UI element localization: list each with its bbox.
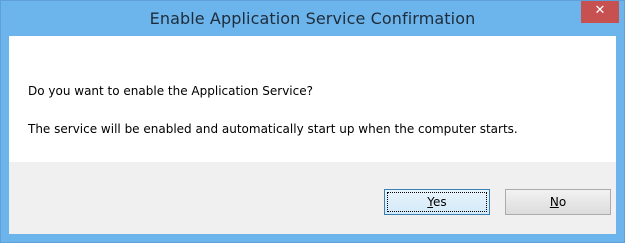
close-icon: ✕ — [594, 3, 606, 18]
yes-label-rest: es — [433, 195, 447, 209]
yes-button[interactable]: Yes — [384, 189, 490, 215]
yes-button-label: Yes — [427, 195, 446, 209]
no-button[interactable]: No — [505, 189, 611, 215]
detail-text: The service will be enabled and automati… — [28, 122, 518, 136]
no-mnemonic: N — [549, 195, 559, 209]
dialog-body: Do you want to enable the Application Se… — [9, 36, 616, 234]
button-bar: Yes No — [9, 162, 616, 234]
no-label-rest: o — [558, 195, 567, 209]
close-button[interactable]: ✕ — [581, 1, 619, 23]
title-bar[interactable]: Enable Application Service Confirmation … — [1, 1, 624, 36]
dialog-title: Enable Application Service Confirmation — [149, 9, 476, 28]
confirmation-dialog: Enable Application Service Confirmation … — [0, 0, 625, 243]
no-button-label: No — [550, 195, 566, 209]
question-text: Do you want to enable the Application Se… — [28, 84, 313, 98]
